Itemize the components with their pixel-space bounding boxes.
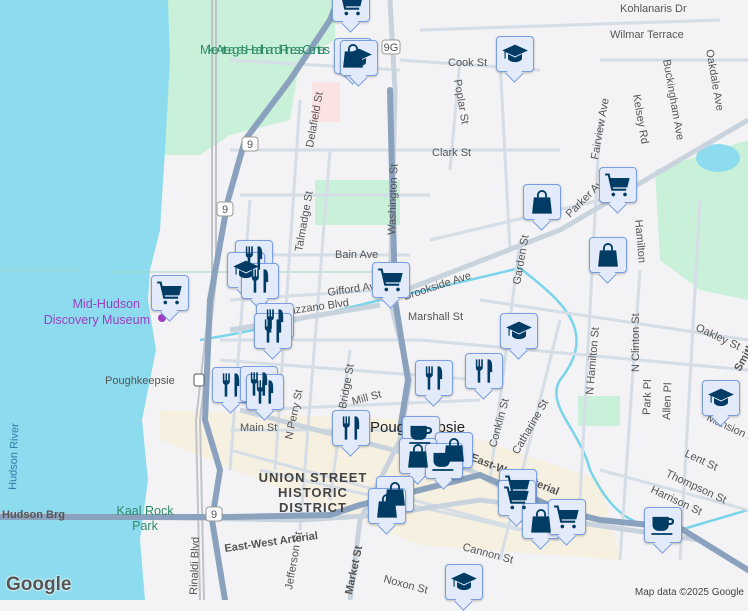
shopping-bag-icon <box>527 507 555 535</box>
shopping-cart-icon <box>553 503 581 531</box>
svg-text:9: 9 <box>222 204 228 216</box>
svg-text:Discovery Museum: Discovery Museum <box>44 313 150 327</box>
route-shield-9: 9 <box>241 136 259 152</box>
shopping-cart-marker[interactable] <box>332 0 370 22</box>
restaurant-marker[interactable] <box>332 410 370 446</box>
shopping-cart-marker[interactable] <box>548 499 586 535</box>
coffee-icon <box>430 447 458 475</box>
restaurant-marker[interactable] <box>465 353 503 389</box>
shopping-bag-marker[interactable] <box>523 184 561 220</box>
graduation-cap-marker[interactable] <box>702 380 740 416</box>
svg-text:Marshall St: Marshall St <box>408 311 463 323</box>
shopping-cart-icon <box>156 279 184 307</box>
shopping-cart-icon <box>604 171 632 199</box>
svg-text:N Clinton St: N Clinton St <box>630 313 642 372</box>
shopping-bag-marker[interactable] <box>589 237 627 273</box>
restaurant-icon <box>470 357 498 385</box>
svg-text:Mid-Hudson: Mid-Hudson <box>73 297 140 311</box>
restaurant-marker[interactable] <box>241 263 279 299</box>
svg-text:Park: Park <box>132 519 158 533</box>
graduation-cap-icon <box>345 44 373 72</box>
coffee-marker[interactable] <box>425 443 463 479</box>
restaurant-icon <box>246 267 274 295</box>
svg-text:9: 9 <box>247 139 253 151</box>
svg-text:Kohlanaris Dr: Kohlanaris Dr <box>620 3 687 15</box>
restaurant-icon <box>337 414 365 442</box>
shopping-bag-marker[interactable] <box>368 488 406 524</box>
route-shield-9: 9 <box>205 506 223 522</box>
restaurant-icon <box>259 317 287 345</box>
svg-text:Cook St: Cook St <box>448 57 487 69</box>
svg-text:Kaal Rock: Kaal Rock <box>117 504 175 518</box>
svg-text:Main St: Main St <box>240 422 277 434</box>
route-shield-9g: 9G <box>381 39 401 55</box>
shopping-bag-icon <box>594 241 622 269</box>
graduation-cap-icon <box>707 384 735 412</box>
svg-text:Rinaldi Blvd: Rinaldi Blvd <box>188 537 202 595</box>
svg-text:Poughkeepsie: Poughkeepsie <box>105 375 175 387</box>
svg-text:Mike Arteaga's Health and Fitn: Mike Arteaga's Health and Fitness Center… <box>200 43 330 57</box>
svg-text:Hudson River: Hudson River <box>7 423 21 490</box>
svg-text:Hudson Brg: Hudson Brg <box>2 509 65 521</box>
graduation-cap-icon <box>450 568 478 596</box>
graduation-cap-marker[interactable] <box>500 313 538 349</box>
shopping-cart-marker[interactable] <box>372 262 410 298</box>
svg-text:9: 9 <box>211 509 217 521</box>
restaurant-marker[interactable] <box>254 313 292 349</box>
svg-text:Allen Pl: Allen Pl <box>661 382 674 420</box>
coffee-marker[interactable] <box>644 507 682 543</box>
svg-text:Park Pl: Park Pl <box>641 379 654 415</box>
shopping-bag-icon <box>528 188 556 216</box>
shopping-cart-icon <box>337 0 365 18</box>
shopping-cart-icon <box>377 266 405 294</box>
svg-text:Wilmar Terrace: Wilmar Terrace <box>610 29 684 41</box>
restaurant-icon <box>217 371 245 399</box>
graduation-cap-marker[interactable] <box>445 564 483 600</box>
svg-text:9G: 9G <box>384 42 399 54</box>
coffee-icon <box>649 511 677 539</box>
svg-text:Bain Ave: Bain Ave <box>335 249 378 261</box>
svg-text:HISTORIC: HISTORIC <box>278 485 348 500</box>
google-logo: Google <box>6 574 72 595</box>
shopping-cart-marker[interactable] <box>599 167 637 203</box>
graduation-cap-icon <box>501 40 529 68</box>
svg-text:Washington St: Washington St <box>386 164 400 236</box>
svg-text:UNION STREET: UNION STREET <box>259 470 368 485</box>
route-shield-9: 9 <box>216 201 234 217</box>
shopping-cart-marker[interactable] <box>151 275 189 311</box>
shopping-bag-icon <box>404 442 432 470</box>
graduation-cap-marker[interactable] <box>496 36 534 72</box>
shopping-bag-icon <box>373 492 401 520</box>
restaurant-icon <box>420 364 448 392</box>
map-attribution[interactable]: Map data ©2025 Google <box>630 585 748 600</box>
svg-text:DISTRICT: DISTRICT <box>279 500 347 515</box>
graduation-cap-marker[interactable] <box>340 40 378 76</box>
restaurant-marker[interactable] <box>246 374 284 410</box>
svg-text:Clark St: Clark St <box>432 147 471 159</box>
graduation-cap-icon <box>505 317 533 345</box>
restaurant-marker[interactable] <box>415 360 453 396</box>
restaurant-icon <box>251 378 279 406</box>
